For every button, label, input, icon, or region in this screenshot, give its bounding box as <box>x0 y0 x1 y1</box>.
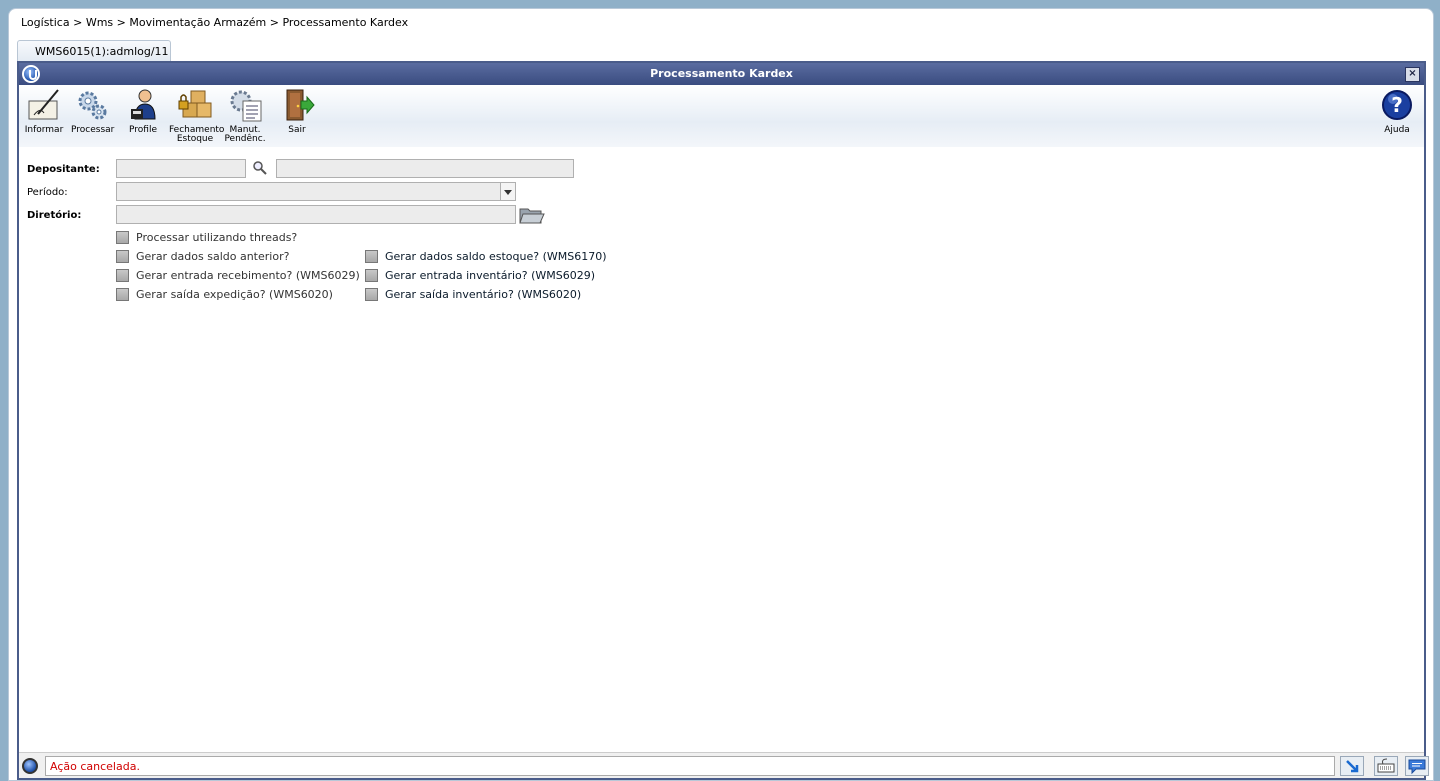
breadcrumb-processamento[interactable]: Processamento Kardex <box>282 16 408 29</box>
user-profile-icon <box>125 87 161 123</box>
saldo-estoque-checkbox[interactable] <box>365 250 378 263</box>
ajuda-button[interactable]: ? Ajuda <box>1377 87 1417 135</box>
exit-door-icon <box>279 87 315 123</box>
sair-button[interactable]: Sair <box>277 87 317 135</box>
entrada-inventario-checkbox[interactable] <box>365 269 378 282</box>
depositante-name-input[interactable] <box>276 159 574 178</box>
keyboard-button[interactable] <box>1374 756 1398 776</box>
diretorio-label: Diretório: <box>27 210 82 221</box>
informar-button[interactable]: Informar <box>23 87 65 135</box>
window-close-button[interactable]: × <box>1405 67 1420 82</box>
saldo-estoque-checkbox-row[interactable]: Gerar dados saldo estoque? (WMS6170) <box>365 250 607 263</box>
arrow-diagonal-icon <box>1346 760 1359 773</box>
entrada-inventario-checkbox-row[interactable]: Gerar entrada inventário? (WMS6029) <box>365 269 595 282</box>
threads-checkbox-row[interactable]: Processar utilizando threads? <box>116 231 297 244</box>
depositante-label: Depositante: <box>27 164 100 175</box>
status-logo-icon <box>22 758 38 774</box>
manut-pendenc-button[interactable]: Manut. Pendênc. <box>223 87 267 144</box>
app-logo-icon <box>22 65 40 83</box>
pen-paper-icon <box>26 87 62 123</box>
app-frame: Logística > Wms > Movimentação Armazém >… <box>8 8 1434 781</box>
saida-inventario-checkbox[interactable] <box>365 288 378 301</box>
folder-open-icon[interactable] <box>519 205 545 225</box>
window-titlebar: Processamento Kardex × <box>19 63 1424 85</box>
periodo-select[interactable] <box>116 182 516 201</box>
breadcrumb-movimentacao[interactable]: Movimentação Armazém <box>129 16 266 29</box>
help-icon: ? <box>1379 87 1415 123</box>
breadcrumb-logistica[interactable]: Logística <box>21 16 70 29</box>
gears-icon <box>74 87 110 123</box>
profile-button[interactable]: Profile <box>123 87 163 135</box>
breadcrumb: Logística > Wms > Movimentação Armazém >… <box>21 16 409 29</box>
entrada-recebimento-checkbox[interactable] <box>116 269 129 282</box>
chevron-down-icon[interactable] <box>500 183 515 200</box>
chat-bubble-icon <box>1408 759 1426 775</box>
chat-button[interactable] <box>1405 756 1429 776</box>
fechamento-estoque-button[interactable]: Fechamento Estoque <box>169 87 224 144</box>
processar-button[interactable]: Processar <box>71 87 114 135</box>
window-title: Processamento Kardex <box>650 67 793 80</box>
saida-expedicao-checkbox-row[interactable]: Gerar saída expedição? (WMS6020) <box>116 288 333 301</box>
saida-inventario-checkbox-row[interactable]: Gerar saída inventário? (WMS6020) <box>365 288 581 301</box>
processamento-kardex-window: Processamento Kardex × Informar Processa… <box>17 61 1429 780</box>
expand-button[interactable] <box>1340 756 1364 776</box>
toolbar: Informar Processar Profile Fechamento Es… <box>19 85 1424 147</box>
locked-boxes-icon <box>177 87 213 123</box>
keyboard-icon <box>1377 758 1395 773</box>
entrada-recebimento-checkbox-row[interactable]: Gerar entrada recebimento? (WMS6029) <box>116 269 360 282</box>
saldo-anterior-checkbox[interactable] <box>116 250 129 263</box>
breadcrumb-wms[interactable]: Wms <box>86 16 113 29</box>
depositante-code-input[interactable] <box>116 159 246 178</box>
periodo-label: Período: <box>27 187 68 198</box>
diretorio-input[interactable] <box>116 205 516 224</box>
search-icon[interactable] <box>252 160 268 176</box>
status-bar: Ação cancelada. <box>19 752 1429 778</box>
saida-expedicao-checkbox[interactable] <box>116 288 129 301</box>
svg-text:?: ? <box>1391 93 1403 117</box>
threads-checkbox[interactable] <box>116 231 129 244</box>
status-message: Ação cancelada. <box>45 756 1335 776</box>
gear-checklist-icon <box>227 87 263 123</box>
saldo-anterior-checkbox-row[interactable]: Gerar dados saldo anterior? <box>116 250 289 263</box>
tab-wms6015[interactable]: WMS6015(1):admlog/11 <box>17 40 171 61</box>
